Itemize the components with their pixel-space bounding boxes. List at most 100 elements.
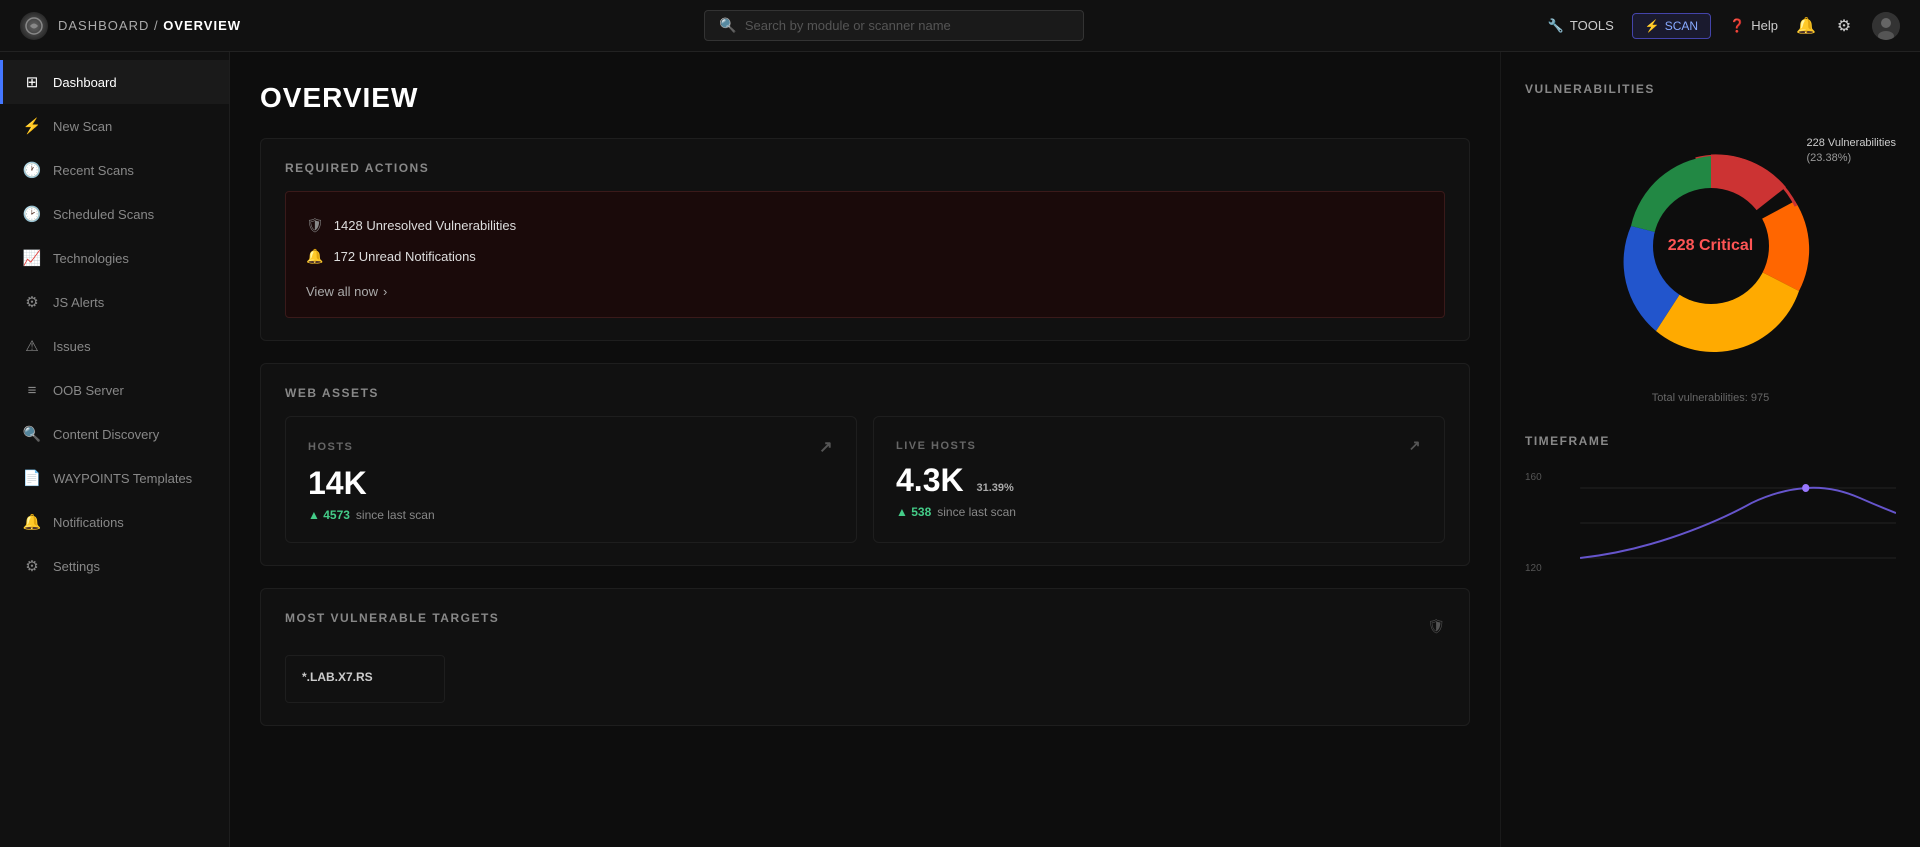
web-assets-section: WEB ASSETS HOSTS ↗ 14K ▲ 4573 since last… xyxy=(260,363,1470,566)
chart-y-labels: 160 120 xyxy=(1525,468,1542,578)
sidebar-label-technologies: Technologies xyxy=(53,251,129,266)
logo-icon xyxy=(20,12,48,40)
sidebar-item-waypoints[interactable]: 📄 WAYPOINTS Templates xyxy=(0,456,229,500)
vuln-target-name: *.LAB.X7.RS xyxy=(302,670,373,684)
main-content: OVERVIEW REQUIRED ACTIONS 🛡 1428 Unresol… xyxy=(230,52,1500,847)
search-bar: 🔍 Search by module or scanner name xyxy=(261,10,1528,41)
hosts-label: HOSTS ↗ xyxy=(308,437,834,457)
notifications-icon[interactable]: 🔔 xyxy=(1796,16,1816,36)
sidebar-item-recent-scans[interactable]: 🕐 Recent Scans xyxy=(0,148,229,192)
content-wrapper: OVERVIEW REQUIRED ACTIONS 🛡 1428 Unresol… xyxy=(230,52,1920,847)
timeframe-title: TIMEFRAME xyxy=(1525,434,1896,448)
sidebar-item-oob-server[interactable]: ≡ OOB Server xyxy=(0,368,229,412)
vuln-target-card[interactable]: *.LAB.X7.RS xyxy=(285,655,445,703)
sidebar-label-waypoints: WAYPOINTS Templates xyxy=(53,471,192,486)
sidebar-label-js-alerts: JS Alerts xyxy=(53,295,104,310)
live-hosts-delta-label: since last scan xyxy=(937,505,1016,519)
hosts-card: HOSTS ↗ 14K ▲ 4573 since last scan xyxy=(285,416,857,543)
topnav: DASHBOARD / OVERVIEW 🔍 Search by module … xyxy=(0,0,1920,52)
timeframe-chart: 160 120 xyxy=(1525,468,1896,578)
vuln-targets-list: *.LAB.X7.RS xyxy=(285,655,1445,703)
live-hosts-delta-value: ▲ 538 xyxy=(896,505,931,519)
live-hosts-label: LIVE HOSTS ↗ xyxy=(896,437,1422,454)
gear-icon: ⚙ xyxy=(23,557,41,575)
sidebar-label-settings: Settings xyxy=(53,559,100,574)
sidebar-item-js-alerts[interactable]: ⚙ JS Alerts xyxy=(0,280,229,324)
hosts-delta-value: ▲ 4573 xyxy=(308,508,350,522)
scan-button[interactable]: ⚡ SCAN xyxy=(1632,13,1711,39)
page-title: OVERVIEW xyxy=(260,82,1470,114)
schedule-icon: 🕑 xyxy=(23,205,41,223)
hosts-chart-icon: ↗ xyxy=(819,437,834,457)
app-body: ⊞ Dashboard ⚡ New Scan 🕐 Recent Scans 🕑 … xyxy=(0,52,1920,847)
sidebar-label-scheduled-scans: Scheduled Scans xyxy=(53,207,154,222)
sidebar-item-issues[interactable]: ⚠ Issues xyxy=(0,324,229,368)
vuln-annotation: 228 Vulnerabilities (23.38%) xyxy=(1807,136,1896,167)
clock-icon: 🕐 xyxy=(23,161,41,179)
settings-icon[interactable]: ⚙ xyxy=(1834,16,1854,36)
tools-icon: 🔧 xyxy=(1548,18,1564,34)
sidebar-item-settings[interactable]: ⚙ Settings xyxy=(0,544,229,588)
hosts-value: 14K xyxy=(308,465,834,502)
vuln-title-row: MOST VULNERABLE TARGETS 🛡 xyxy=(285,611,1445,641)
vulnerabilities-action: 🛡 1428 Unresolved Vulnerabilities xyxy=(306,210,1424,241)
avatar[interactable] xyxy=(1872,12,1900,40)
lightning-icon: ⚡ xyxy=(23,117,41,135)
actions-card: 🛡 1428 Unresolved Vulnerabilities 🔔 172 … xyxy=(285,191,1445,318)
vulnerabilities-section: VULNERABILITIES xyxy=(1525,82,1896,404)
vulnerable-targets-section: MOST VULNERABLE TARGETS 🛡 *.LAB.X7.RS xyxy=(260,588,1470,726)
lightning-icon: ⚡ xyxy=(1645,19,1660,33)
vulnerabilities-text: 1428 Unresolved Vulnerabilities xyxy=(334,218,516,233)
live-hosts-card: LIVE HOSTS ↗ 4.3K 31.39% ▲ 538 since las… xyxy=(873,416,1445,543)
shield-header-icon: 🛡 xyxy=(1427,618,1445,635)
web-assets-grid: HOSTS ↗ 14K ▲ 4573 since last scan LIVE … xyxy=(285,416,1445,543)
view-all-link[interactable]: View all now › xyxy=(306,284,1424,299)
sidebar-item-notifications[interactable]: 🔔 Notifications xyxy=(0,500,229,544)
donut-center-label: 228 Critical xyxy=(1668,237,1753,255)
bell-action-icon: 🔔 xyxy=(306,248,323,265)
warning-icon: ⚠ xyxy=(23,337,41,355)
search-icon: 🔍 xyxy=(23,425,41,443)
live-hosts-delta: ▲ 538 since last scan xyxy=(896,505,1422,519)
search-placeholder: Search by module or scanner name xyxy=(745,18,951,33)
required-actions-title: REQUIRED ACTIONS xyxy=(285,161,1445,175)
help-button[interactable]: ❓ Help xyxy=(1729,18,1778,34)
external-link-icon[interactable]: ↗ xyxy=(1409,437,1422,454)
live-hosts-value: 4.3K 31.39% xyxy=(896,462,1422,499)
hosts-delta-label: since last scan xyxy=(356,508,435,522)
timeframe-section: TIMEFRAME 160 120 xyxy=(1525,434,1896,578)
home-icon: ⊞ xyxy=(23,73,41,91)
tools-button[interactable]: 🔧 TOOLS xyxy=(1548,18,1614,34)
total-vuln-label: Total vulnerabilities: 975 xyxy=(1525,392,1896,404)
help-icon: ❓ xyxy=(1729,18,1745,34)
chart-icon: 📈 xyxy=(23,249,41,267)
donut-chart-container: 228 Critical 228 Vulnerabilities (23.38%… xyxy=(1525,116,1896,376)
sidebar-item-content-discovery[interactable]: 🔍 Content Discovery xyxy=(0,412,229,456)
sidebar-label-recent-scans: Recent Scans xyxy=(53,163,134,178)
critical-count: 228 Critical xyxy=(1668,237,1753,255)
sidebar-label-notifications: Notifications xyxy=(53,515,124,530)
required-actions-section: REQUIRED ACTIONS 🛡 1428 Unresolved Vulne… xyxy=(260,138,1470,341)
sidebar-label-oob-server: OOB Server xyxy=(53,383,124,398)
web-assets-title: WEB ASSETS xyxy=(285,386,1445,400)
topnav-actions: 🔧 TOOLS ⚡ SCAN ❓ Help 🔔 ⚙ xyxy=(1548,12,1900,40)
sidebar-item-new-scan[interactable]: ⚡ New Scan xyxy=(0,104,229,148)
sidebar-label-content-discovery: Content Discovery xyxy=(53,427,159,442)
right-panel: VULNERABILITIES xyxy=(1500,52,1920,847)
search-box[interactable]: 🔍 Search by module or scanner name xyxy=(704,10,1084,41)
notifications-text: 172 Unread Notifications xyxy=(333,249,475,264)
search-icon: 🔍 xyxy=(719,17,736,34)
view-all-label: View all now xyxy=(306,284,378,299)
timeframe-svg xyxy=(1525,468,1896,578)
sidebar-item-dashboard[interactable]: ⊞ Dashboard xyxy=(0,60,229,104)
sidebar: ⊞ Dashboard ⚡ New Scan 🕐 Recent Scans 🕑 … xyxy=(0,52,230,847)
notifications-action: 🔔 172 Unread Notifications xyxy=(306,241,1424,272)
alert-icon: ⚙ xyxy=(23,293,41,311)
live-hosts-percent: 31.39% xyxy=(976,482,1013,494)
logo: DASHBOARD / OVERVIEW xyxy=(20,12,241,40)
sidebar-item-technologies[interactable]: 📈 Technologies xyxy=(0,236,229,280)
sidebar-label-issues: Issues xyxy=(53,339,91,354)
sidebar-item-scheduled-scans[interactable]: 🕑 Scheduled Scans xyxy=(0,192,229,236)
server-icon: ≡ xyxy=(23,381,41,399)
vuln-targets-title: MOST VULNERABLE TARGETS xyxy=(285,611,499,625)
